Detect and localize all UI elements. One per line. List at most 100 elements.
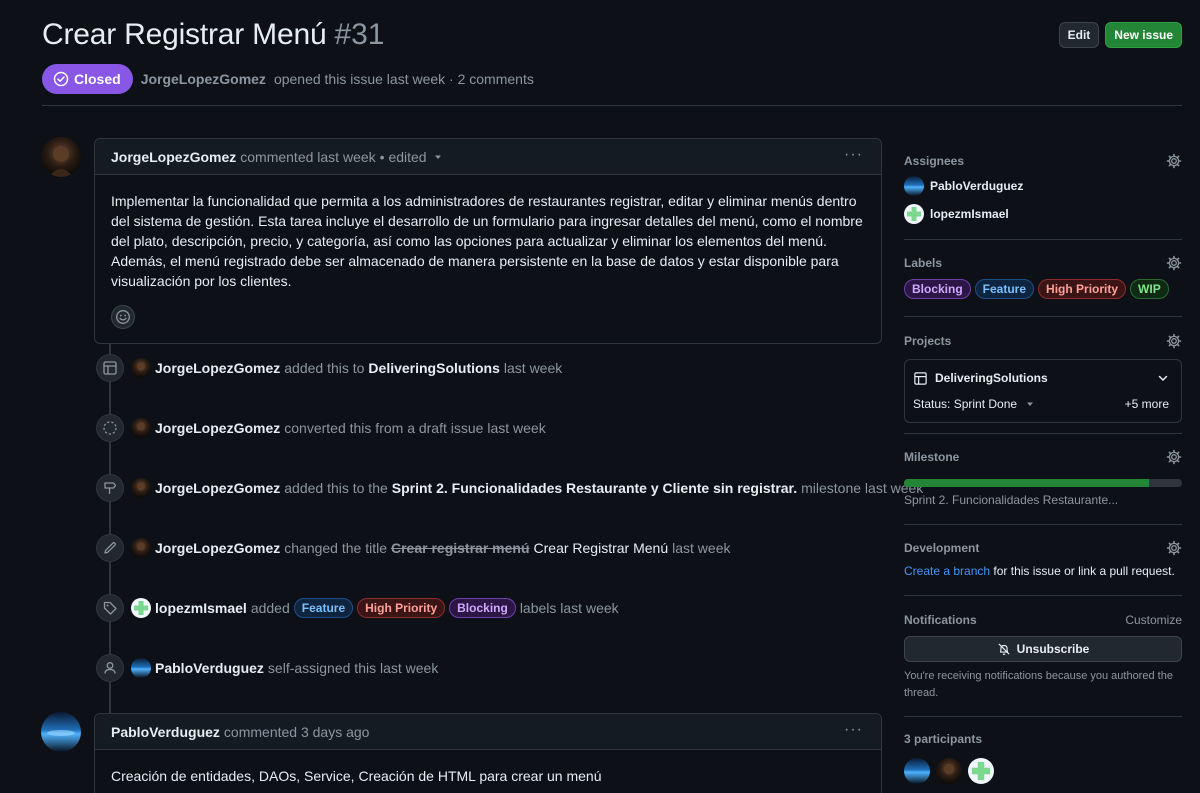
development-heading: Development [904,541,980,555]
check-circle-icon [53,71,69,87]
table-icon [914,371,927,385]
sidebar-divider [904,595,1182,596]
edit-button[interactable]: Edit [1058,22,1100,48]
avatar-jorge-small[interactable] [131,478,151,498]
timeline-event-converted: JorgeLopezGomez converted this from a dr… [96,413,550,443]
event-actor-link[interactable]: PabloVerduguez [155,660,264,676]
gear-icon[interactable] [1166,153,1182,169]
sidebar-divider [904,239,1182,240]
comment-meta[interactable]: commented last week [240,149,375,165]
issue-author-link[interactable]: JorgeLopezGomez [141,71,266,87]
kebab-menu-icon[interactable]: ··· [844,146,863,164]
comment-header: PabloVerduguez commented 3 days ago ··· [95,714,881,750]
project-link[interactable]: DeliveringSolutions [935,371,1048,385]
participant-avatar-ismael[interactable] [968,758,994,784]
gear-icon[interactable] [1166,255,1182,271]
event-text: added [250,600,290,616]
timeline-event-labels: lopezmIsmael added Feature High Priority… [96,593,623,623]
assignee-ismael[interactable]: lopezmIsmael [904,204,1182,224]
avatar [904,204,924,224]
timeline-event-title-change: JorgeLopezGomez changed the title Crear … [96,533,734,563]
event-text: self-assigned this last week [267,660,439,676]
edited-indicator[interactable]: • edited [380,149,427,165]
sidebar-divider [904,524,1182,525]
event-text: changed the title [284,540,387,556]
comment-meta[interactable]: commented 3 days ago [224,724,370,740]
person-icon [104,662,116,674]
gear-icon[interactable] [1166,449,1182,465]
sidebar-development: Development Create a branch for this iss… [904,538,1182,578]
sidebar-milestone: Milestone Sprint 2. Funcionalidades Rest… [904,447,1182,507]
notifications-note: You're receiving notifications because y… [904,670,1173,699]
comment-2: PabloVerduguez commented 3 days ago ··· … [94,713,882,793]
project-link[interactable]: DeliveringSolutions [368,360,499,376]
milestone-link[interactable]: Sprint 2. Funcionalidades Restaurante... [904,493,1182,507]
issue-number: #31 [334,18,385,51]
triangle-down-icon[interactable] [433,152,443,162]
project-card: DeliveringSolutions Status: Sprint Done … [904,359,1182,423]
avatar-jorge[interactable] [41,137,81,177]
add-reaction-button[interactable] [111,305,135,329]
gear-icon[interactable] [1166,333,1182,349]
assignees-heading: Assignees [904,154,965,168]
triangle-down-icon[interactable] [1025,399,1035,409]
assignee-name: lopezmIsmael [930,207,1009,221]
milestone-heading: Milestone [904,450,960,464]
projects-heading: Projects [904,334,952,348]
participant-avatar-jorge[interactable] [936,758,962,784]
event-time[interactable]: last week [504,360,562,376]
participant-avatar-pablo[interactable] [904,758,930,784]
notifications-heading: Notifications [904,613,977,627]
label-feature[interactable]: Feature [974,279,1035,299]
event-text: added this to [284,360,365,376]
old-title: Crear registrar menú [391,540,530,556]
unsubscribe-button[interactable]: Unsubscribe [904,636,1182,662]
sidebar-assignees: Assignees PabloVerduguez lopezmIsmael [904,151,1182,224]
sidebar-divider [904,716,1182,717]
label-wip[interactable]: WIP [1130,279,1169,299]
assignee-pablo[interactable]: PabloVerduguez [904,176,1182,196]
avatar-pablo[interactable] [41,712,81,752]
status-badge: Closed [42,64,133,94]
comment-1: JorgeLopezGomez commented last week • ed… [94,138,882,344]
timeline-event-milestone: JorgeLopezGomez added this to the Sprint… [96,473,927,503]
new-issue-button[interactable]: New issue [1105,22,1182,48]
label-high-priority[interactable]: High Priority [1038,279,1127,299]
sidebar-notifications: Notifications Customize Unsubscribe You'… [904,610,1182,702]
gear-icon[interactable] [1166,540,1182,556]
avatar-jorge-small[interactable] [131,418,151,438]
event-actor-link[interactable]: JorgeLopezGomez [155,360,280,376]
label-blocking[interactable]: Blocking [904,279,971,299]
sidebar-projects: Projects DeliveringSolutions Status: Spr… [904,331,1182,423]
avatar-jorge-small[interactable] [131,358,151,378]
event-time[interactable]: labels last week [520,600,619,616]
event-actor-link[interactable]: JorgeLopezGomez [155,420,280,436]
avatar-jorge-small[interactable] [131,538,151,558]
milestone-progress-fill [904,479,1149,487]
milestone-progress-bar [904,479,1182,487]
project-status[interactable]: Status: Sprint Done [913,397,1017,411]
bell-slash-icon [998,643,1010,655]
sidebar-participants: 3 participants [904,729,1182,784]
customize-link[interactable]: Customize [1125,613,1182,627]
label-feature[interactable]: Feature [293,598,354,618]
create-branch-link[interactable]: Create a branch [904,564,990,578]
chevron-down-icon[interactable] [1157,372,1169,384]
event-actor-link[interactable]: JorgeLopezGomez [155,480,280,496]
label-high-priority[interactable]: High Priority [357,598,446,618]
more-projects-link[interactable]: +5 more [1125,397,1169,411]
avatar-ismael-small[interactable] [131,598,151,618]
milestone-link[interactable]: Sprint 2. Funcionalidades Restaurante y … [392,480,797,496]
kebab-menu-icon[interactable]: ··· [844,721,863,739]
comment-author-link[interactable]: JorgeLopezGomez [111,149,236,165]
event-actor-link[interactable]: JorgeLopezGomez [155,540,280,556]
comment-body: Creación de entidades, DAOs, Service, Cr… [111,768,602,784]
comment-author-link[interactable]: PabloVerduguez [111,724,220,740]
comment-body: Implementar la funcionalidad que permita… [111,193,863,289]
event-actor-link[interactable]: lopezmIsmael [155,600,247,616]
new-title: Crear Registrar Menú [533,540,669,556]
draft-icon [103,421,117,435]
label-blocking[interactable]: Blocking [449,598,516,618]
event-time[interactable]: last week [672,540,730,556]
avatar-pablo-small[interactable] [131,658,151,678]
